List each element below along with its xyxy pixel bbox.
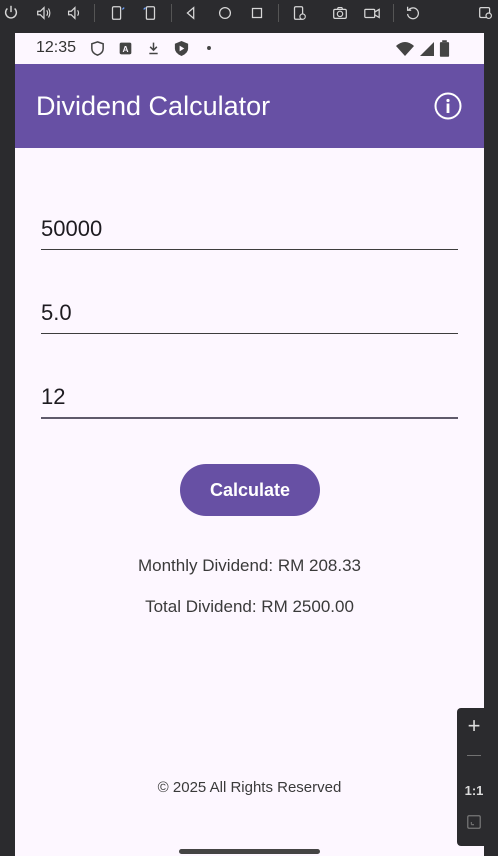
app-bar: Dividend Calculator <box>15 64 484 148</box>
dividend-rate-value: 5.0 <box>41 300 72 325</box>
shield-icon <box>88 39 106 57</box>
zoom-in-button[interactable]: + <box>457 714 491 738</box>
zoom-out-button[interactable]: — <box>457 746 491 762</box>
status-left-icons: A <box>88 39 218 57</box>
signal-icon <box>419 41 435 62</box>
months-input[interactable]: 12 <box>41 373 458 419</box>
overview-icon[interactable] <box>247 3 267 23</box>
download-icon <box>144 39 162 57</box>
play-protect-icon <box>172 39 190 57</box>
fit-screen-icon[interactable] <box>457 814 491 833</box>
home-icon[interactable] <box>215 3 235 23</box>
footer-copyright: © 2025 All Rights Reserved <box>157 779 342 796</box>
volume-up-icon[interactable] <box>34 3 54 23</box>
dividend-rate-input[interactable]: 5.0 <box>41 289 458 334</box>
calculate-button[interactable]: Calculate <box>180 464 320 516</box>
wifi-icon <box>395 41 415 62</box>
back-icon[interactable] <box>181 3 201 23</box>
months-value: 12 <box>41 384 66 409</box>
info-icon[interactable] <box>434 92 462 120</box>
rotate-left-icon[interactable] <box>107 3 127 23</box>
emulator-toolbar <box>0 0 498 26</box>
svg-text:A: A <box>122 43 128 53</box>
zoom-panel: + — 1:1 <box>457 708 491 846</box>
status-right-icons <box>395 40 450 62</box>
total-dividend-result: Total Dividend: RM 2500.00 <box>145 597 354 616</box>
status-time: 12:35 <box>36 39 77 56</box>
replay-icon[interactable] <box>403 3 423 23</box>
dot-icon <box>200 39 218 57</box>
battery-icon <box>439 40 450 62</box>
camera-icon[interactable] <box>330 3 350 23</box>
gesture-bar[interactable] <box>179 849 320 854</box>
monthly-dividend-result: Monthly Dividend: RM 208.33 <box>137 556 361 575</box>
screen-record-icon[interactable] <box>362 3 382 23</box>
status-bar: 12:35 A <box>15 33 484 64</box>
phone-screen: 12:35 A Dividend Calculator 50000 5.0 12… <box>15 33 484 856</box>
rotate-right-icon[interactable] <box>140 3 160 23</box>
a-icon: A <box>116 39 134 57</box>
power-icon[interactable] <box>1 3 21 23</box>
actual-size-button[interactable]: 1:1 <box>457 783 491 798</box>
app-title: Dividend Calculator <box>36 91 271 121</box>
investment-amount-value: 50000 <box>41 216 103 241</box>
fold-icon[interactable] <box>289 3 309 23</box>
snapshot-icon[interactable] <box>476 3 496 23</box>
volume-down-icon[interactable] <box>64 3 84 23</box>
investment-amount-input[interactable]: 50000 <box>41 205 458 250</box>
